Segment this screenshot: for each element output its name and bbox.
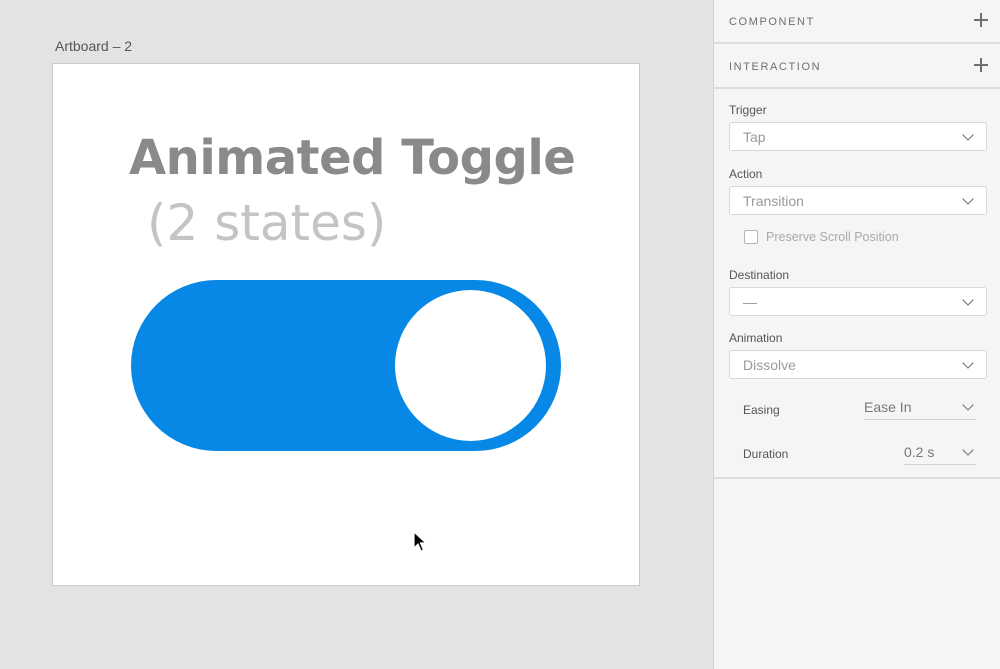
interaction-section-header[interactable]: INTERACTION	[714, 45, 1000, 89]
duration-label: Duration	[743, 447, 789, 461]
component-section-title: COMPONENT	[729, 16, 815, 28]
chevron-down-icon	[962, 357, 974, 369]
duration-select[interactable]: 0.2 s	[904, 443, 976, 465]
preserve-scroll-checkbox[interactable]	[744, 230, 758, 244]
easing-label: Easing	[743, 403, 780, 417]
mouse-cursor-icon	[413, 531, 427, 552]
panel-divider	[714, 477, 1000, 479]
preserve-scroll-label: Preserve Scroll Position	[766, 230, 899, 244]
duration-value: 0.2 s	[904, 444, 935, 460]
trigger-label: Trigger	[729, 103, 767, 117]
artboard-title[interactable]: Animated Toggle	[129, 130, 576, 186]
chevron-down-icon	[962, 294, 974, 306]
chevron-down-icon	[962, 193, 974, 205]
action-value: Transition	[743, 193, 804, 209]
toggle-switch[interactable]	[131, 280, 561, 451]
animation-value: Dissolve	[743, 357, 796, 373]
properties-panel: COMPONENT INTERACTION Trigger Tap Action…	[713, 0, 1000, 669]
destination-dropdown[interactable]: —	[729, 287, 987, 316]
design-canvas[interactable]: Artboard – 2 Animated Toggle (2 states)	[0, 0, 713, 669]
easing-value: Ease In	[864, 399, 912, 415]
add-interaction-plus-icon[interactable]	[973, 57, 989, 73]
animation-label: Animation	[729, 331, 783, 345]
trigger-value: Tap	[743, 129, 766, 145]
destination-label: Destination	[729, 268, 790, 282]
destination-value: —	[743, 294, 757, 310]
action-dropdown[interactable]: Transition	[729, 186, 987, 215]
trigger-dropdown[interactable]: Tap	[729, 122, 987, 151]
toggle-knob[interactable]	[395, 290, 546, 441]
chevron-down-icon	[962, 129, 974, 141]
animation-dropdown[interactable]: Dissolve	[729, 350, 987, 379]
artboard[interactable]: Animated Toggle (2 states)	[52, 63, 640, 586]
easing-select[interactable]: Ease In	[864, 398, 976, 420]
add-component-plus-icon[interactable]	[973, 12, 989, 28]
artboard-label[interactable]: Artboard – 2	[55, 38, 132, 54]
artboard-subtitle[interactable]: (2 states)	[147, 194, 386, 252]
component-section-header[interactable]: COMPONENT	[714, 0, 1000, 44]
chevron-down-icon	[962, 444, 974, 456]
action-label: Action	[729, 167, 763, 181]
interaction-section-title: INTERACTION	[729, 61, 822, 73]
chevron-down-icon	[962, 399, 974, 411]
